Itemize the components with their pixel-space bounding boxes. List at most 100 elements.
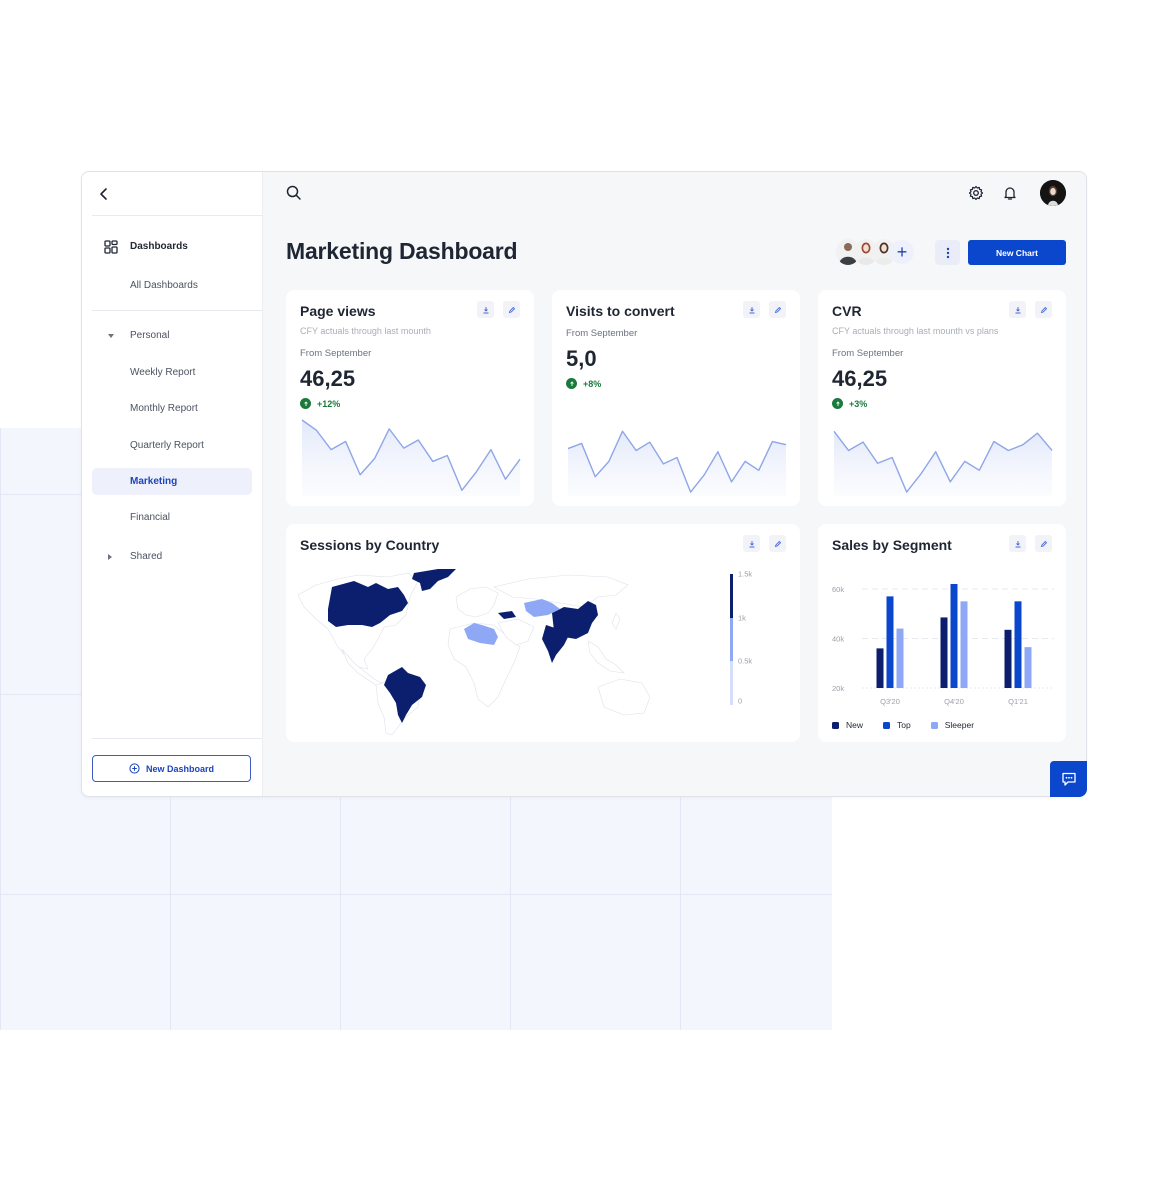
arrow-up-icon xyxy=(566,378,577,389)
legend-label: 1.5k xyxy=(738,569,753,579)
chat-bubble-icon xyxy=(1061,772,1076,786)
sidebar: Dashboards All Dashboards Personal Weekl… xyxy=(82,172,263,796)
arrow-up-icon xyxy=(832,398,843,409)
download-button[interactable] xyxy=(477,301,494,318)
sidebar-item-dashboards[interactable]: Dashboards xyxy=(92,233,252,260)
card-subtitle: CFY actuals through last mounth vs plans xyxy=(832,326,999,336)
card-title: CVR xyxy=(832,303,862,319)
delta-value: +12% xyxy=(317,398,341,409)
legend-item-top[interactable]: Top xyxy=(883,720,911,730)
gear-icon xyxy=(968,185,984,201)
card-delta: +3% xyxy=(832,398,867,409)
sidebar-group-personal[interactable]: Personal xyxy=(92,322,252,349)
sidebar-item-quarterly-report[interactable]: Quarterly Report xyxy=(92,432,252,459)
pencil-icon xyxy=(774,540,781,547)
kpi-card-cvr: CVR CFY actuals through last mounth vs p… xyxy=(818,290,1066,506)
bar-sleeper-1[interactable] xyxy=(960,601,968,688)
sidebar-divider xyxy=(92,738,262,739)
sidebar-item-label: Marketing xyxy=(130,476,178,487)
legend-swatch xyxy=(930,721,938,729)
edit-button[interactable] xyxy=(503,301,520,318)
sparkline-area xyxy=(834,431,1052,496)
legend-segment-high xyxy=(730,574,733,618)
sidebar-item-label: Quarterly Report xyxy=(130,440,204,451)
more-options-button[interactable] xyxy=(935,240,960,265)
bar-top-2[interactable] xyxy=(1014,601,1022,688)
pencil-icon xyxy=(774,306,781,313)
bar-new-0[interactable] xyxy=(876,648,884,688)
download-button[interactable] xyxy=(743,301,760,318)
sidebar-item-weekly-report[interactable]: Weekly Report xyxy=(92,359,252,386)
pencil-icon xyxy=(508,306,515,313)
legend-item-sleeper[interactable]: Sleeper xyxy=(930,720,975,730)
bar-sleeper-0[interactable] xyxy=(896,628,904,688)
bar-top-0[interactable] xyxy=(886,596,894,688)
legend-item-new[interactable]: New xyxy=(832,720,863,730)
sparkline-chart xyxy=(301,419,521,496)
pencil-icon xyxy=(1040,540,1047,547)
sparkline-chart xyxy=(833,430,1053,496)
new-chart-button[interactable]: New Chart xyxy=(968,240,1066,265)
download-button[interactable] xyxy=(1009,535,1026,552)
edit-button[interactable] xyxy=(769,301,786,318)
card-period: From September xyxy=(832,348,904,359)
new-dashboard-label: New Dashboard xyxy=(145,763,214,774)
chat-button[interactable] xyxy=(1050,761,1087,797)
y-tick-label: 20k xyxy=(832,684,844,693)
bar-new-2[interactable] xyxy=(1004,629,1012,688)
sidebar-item-all-dashboards[interactable]: All Dashboards xyxy=(92,272,252,299)
card-title: Visits to convert xyxy=(566,303,675,319)
sidebar-item-monthly-report[interactable]: Monthly Report xyxy=(92,395,252,422)
new-dashboard-button[interactable]: New Dashboard xyxy=(92,755,251,782)
edit-button[interactable] xyxy=(769,535,786,552)
sidebar-divider xyxy=(92,215,262,216)
card-subtitle: CFY actuals through last mounth xyxy=(300,326,431,336)
more-vertical-icon xyxy=(946,247,949,258)
kpi-card-visits-to-convert: Visits to convert From September 5,0 +8% xyxy=(552,290,800,506)
edit-button[interactable] xyxy=(1035,535,1052,552)
back-button[interactable] xyxy=(94,184,114,204)
legend-label: Sleeper xyxy=(944,720,975,730)
arrow-up-icon xyxy=(300,398,311,409)
world-map[interactable] xyxy=(298,567,666,737)
sidebar-item-marketing[interactable]: Marketing xyxy=(92,468,252,495)
sidebar-item-label: Shared xyxy=(130,551,163,562)
card-value: 5,0 xyxy=(566,346,597,371)
download-icon xyxy=(483,306,488,313)
grid-icon xyxy=(104,239,118,254)
settings-button[interactable] xyxy=(966,183,986,203)
legend-swatch xyxy=(832,721,839,729)
legend-segment-low xyxy=(730,661,733,705)
download-icon xyxy=(749,306,754,313)
page-title: Marketing Dashboard xyxy=(286,238,518,264)
sidebar-divider xyxy=(92,310,262,311)
y-tick-label: 40k xyxy=(832,634,844,643)
sidebar-item-label: Weekly Report xyxy=(130,367,196,378)
collaborators: + xyxy=(836,239,916,265)
download-icon xyxy=(1015,540,1020,547)
legend-label: 0 xyxy=(738,696,743,706)
add-collaborator-button[interactable]: + xyxy=(890,240,914,264)
sidebar-group-shared[interactable]: Shared xyxy=(92,543,252,570)
legend-segment-mid xyxy=(730,618,733,661)
bar-top-1[interactable] xyxy=(950,584,958,688)
legend-label: New xyxy=(846,720,864,730)
sales-by-segment-card: Sales by Segment 60k 40k 20k Q3'20 Q4'20 Q1'2… xyxy=(818,524,1066,742)
chart-legend: New Top Sleeper xyxy=(832,720,974,730)
sparkline-area xyxy=(568,431,786,496)
edit-button[interactable] xyxy=(1035,301,1052,318)
sessions-by-country-card: Sessions by Country 1.5k 1k 0.5k 0 xyxy=(286,524,800,742)
sidebar-item-financial[interactable]: Financial xyxy=(92,504,252,531)
y-tick-label: 60k xyxy=(832,585,844,594)
card-title: Page views xyxy=(300,303,376,319)
search-button[interactable] xyxy=(285,184,303,202)
card-title: Sales by Segment xyxy=(832,537,952,553)
user-avatar[interactable] xyxy=(1040,180,1066,206)
map-region-greenland xyxy=(412,569,456,591)
bar-new-1[interactable] xyxy=(940,617,948,688)
bar-sleeper-2[interactable] xyxy=(1024,647,1032,688)
notifications-button[interactable] xyxy=(1000,183,1020,203)
download-button[interactable] xyxy=(1009,301,1026,318)
sidebar-item-label: Financial xyxy=(130,512,171,523)
download-button[interactable] xyxy=(743,535,760,552)
